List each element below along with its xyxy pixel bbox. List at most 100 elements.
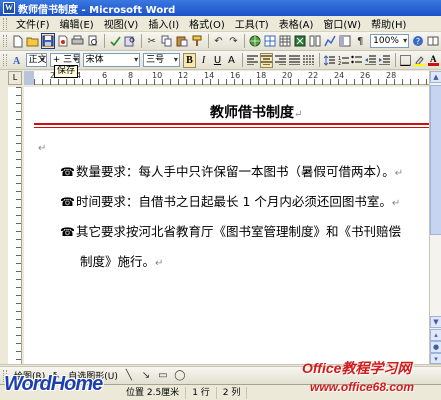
select-browse-icon[interactable]: ●: [430, 341, 441, 353]
ruler-mark: 26: [360, 71, 371, 80]
increase-indent-icon[interactable]: [378, 53, 391, 68]
scroll-thumb[interactable]: [430, 85, 441, 235]
bullet-paragraph-3-cont[interactable]: 制度》施行。↵: [80, 251, 163, 270]
copy-icon[interactable]: [160, 33, 174, 49]
hyperlink-icon[interactable]: [248, 33, 262, 49]
ruler-mark: 14: [204, 71, 215, 80]
status-line: 1 行: [186, 386, 217, 399]
toolbar-grip[interactable]: [3, 35, 7, 47]
line-spacing-icon[interactable]: [323, 53, 336, 68]
redo-icon[interactable]: ↷: [226, 33, 240, 49]
svg-text:2: 2: [338, 61, 341, 65]
char-border-button[interactable]: A: [225, 53, 238, 68]
drawing-icon[interactable]: [323, 33, 337, 49]
decrease-indent-icon[interactable]: [364, 53, 377, 68]
tables-borders-icon[interactable]: [263, 33, 277, 49]
document-map-icon[interactable]: [338, 33, 352, 49]
paragraph-text: 制度》施行。: [80, 254, 156, 269]
menu-window[interactable]: 窗口(W): [318, 16, 366, 31]
bullet-paragraph-1[interactable]: ☎数量要求：每人手中只许保留一本图书（暑假可借两本）。↵: [60, 161, 403, 180]
word-app-icon[interactable]: W: [3, 2, 15, 14]
font-select[interactable]: 宋体: [82, 53, 141, 67]
document-page[interactable]: 教师借书制度↵ ↵ ☎数量要求：每人手中只许保留一本图书（暑假可借两本）。↵ ☎…: [24, 87, 429, 364]
toolbar-separator: [395, 53, 397, 67]
scroll-up-icon[interactable]: ▲: [430, 71, 441, 83]
help-icon[interactable]: ?: [411, 33, 425, 49]
rectangle-icon[interactable]: ▭: [155, 368, 171, 384]
style-select[interactable]: 正文: [25, 53, 47, 67]
italic-button[interactable]: I: [197, 53, 210, 68]
menu-insert[interactable]: 插入(I): [143, 16, 184, 31]
insert-table-icon[interactable]: [278, 33, 292, 49]
menu-view[interactable]: 视图(V): [99, 16, 144, 31]
print-icon[interactable]: [71, 33, 85, 49]
bullets-icon[interactable]: [351, 53, 364, 68]
paragraph-text: 其它要求按河北省教育厅《图书室管理制度》和《书刊赔偿: [76, 224, 402, 239]
research-icon[interactable]: [123, 33, 137, 49]
paragraph-mark: ↵: [155, 258, 164, 269]
font-color-button[interactable]: A: [427, 53, 440, 68]
menu-file[interactable]: 文件(F): [11, 16, 55, 31]
menu-edit[interactable]: 编辑(E): [55, 16, 99, 31]
menu-table[interactable]: 表格(A): [274, 16, 319, 31]
header-rule-thick: [34, 123, 429, 125]
menubar-grip[interactable]: [3, 17, 7, 30]
distributed-icon[interactable]: [302, 53, 315, 68]
cut-icon[interactable]: ✂: [145, 33, 159, 49]
open-icon[interactable]: [26, 33, 40, 49]
menu-format[interactable]: 格式(O): [184, 16, 230, 31]
toolbar-separator: [103, 34, 105, 48]
document-area[interactable]: 教师借书制度↵ ↵ ☎数量要求：每人手中只许保留一本图书（暑假可借两本）。↵ ☎…: [24, 87, 429, 364]
font-size-select[interactable]: 三号: [143, 53, 180, 67]
office68-watermark: Office教程学习网 www.office68.com: [300, 358, 441, 400]
underline-button[interactable]: U: [211, 53, 224, 68]
reading-mode-icon[interactable]: [426, 33, 440, 49]
undo-icon[interactable]: ↶: [211, 33, 225, 49]
line-icon[interactable]: ╲: [121, 368, 137, 384]
print-preview-icon[interactable]: [86, 33, 100, 49]
align-center-icon[interactable]: [259, 52, 273, 68]
columns-icon[interactable]: [308, 33, 322, 49]
ruler-ticks: [16, 87, 21, 364]
align-left-icon[interactable]: [246, 53, 259, 68]
menu-help[interactable]: 帮助(H): [366, 16, 411, 31]
horizontal-ruler[interactable]: 2 4 6 8 10 12 14 16 18 20 22 24 26 28: [24, 71, 429, 85]
excel-icon[interactable]: [293, 33, 307, 49]
toolbar-separator: [244, 34, 246, 48]
save-icon[interactable]: [40, 33, 55, 49]
styles-formatting-icon[interactable]: A: [11, 52, 25, 68]
toolbar-grip[interactable]: [3, 54, 7, 66]
highlight-icon[interactable]: [413, 53, 426, 68]
document-title[interactable]: 教师借书制度↵: [210, 102, 302, 122]
numbering-icon[interactable]: 12: [337, 53, 350, 68]
zoom-select[interactable]: 100%: [370, 34, 410, 48]
format-painter-icon[interactable]: [190, 33, 204, 49]
arrow-icon[interactable]: ↘: [138, 368, 154, 384]
spelling-icon[interactable]: [108, 33, 122, 49]
align-right-icon[interactable]: [274, 53, 287, 68]
justify-icon[interactable]: [288, 53, 301, 68]
permission-icon[interactable]: [56, 33, 70, 49]
bullet-paragraph-3[interactable]: ☎其它要求按河北省教育厅《图书室管理制度》和《书刊赔偿: [60, 221, 401, 240]
tab-selector[interactable]: L: [8, 71, 22, 85]
new-doc-icon[interactable]: [11, 33, 25, 49]
phone-bullet-icon: ☎: [60, 165, 75, 179]
ruler-mark: 28: [386, 71, 397, 80]
show-hide-icon[interactable]: ¶: [353, 33, 367, 49]
oval-icon[interactable]: ◯: [172, 368, 188, 384]
title-text: 教师借书制度: [210, 105, 294, 121]
toolbar-separator: [207, 34, 209, 48]
bold-button[interactable]: B: [182, 52, 197, 68]
prev-page-icon[interactable]: ▴: [430, 329, 441, 341]
ruler-mark: 10: [152, 71, 163, 80]
bullet-paragraph-2[interactable]: ☎时间要求：自借书之日起最长 1 个月内必须还回图书室。↵: [60, 191, 400, 210]
title-bar: W 教师借书制度 - Microsoft Word: [0, 0, 441, 16]
vertical-scrollbar[interactable]: ▲ ▼ ▴ ● ▾: [429, 71, 441, 364]
vertical-ruler[interactable]: [8, 87, 22, 364]
outside-border-icon[interactable]: [399, 53, 412, 68]
menu-tools[interactable]: 工具(T): [230, 16, 274, 31]
paragraph-text: 数量要求：每人手中只许保留一本图书（暑假可借两本）。: [76, 164, 395, 179]
paste-icon[interactable]: [175, 33, 189, 49]
toolbar-separator: [318, 53, 320, 67]
scroll-down-icon[interactable]: ▼: [430, 316, 441, 328]
